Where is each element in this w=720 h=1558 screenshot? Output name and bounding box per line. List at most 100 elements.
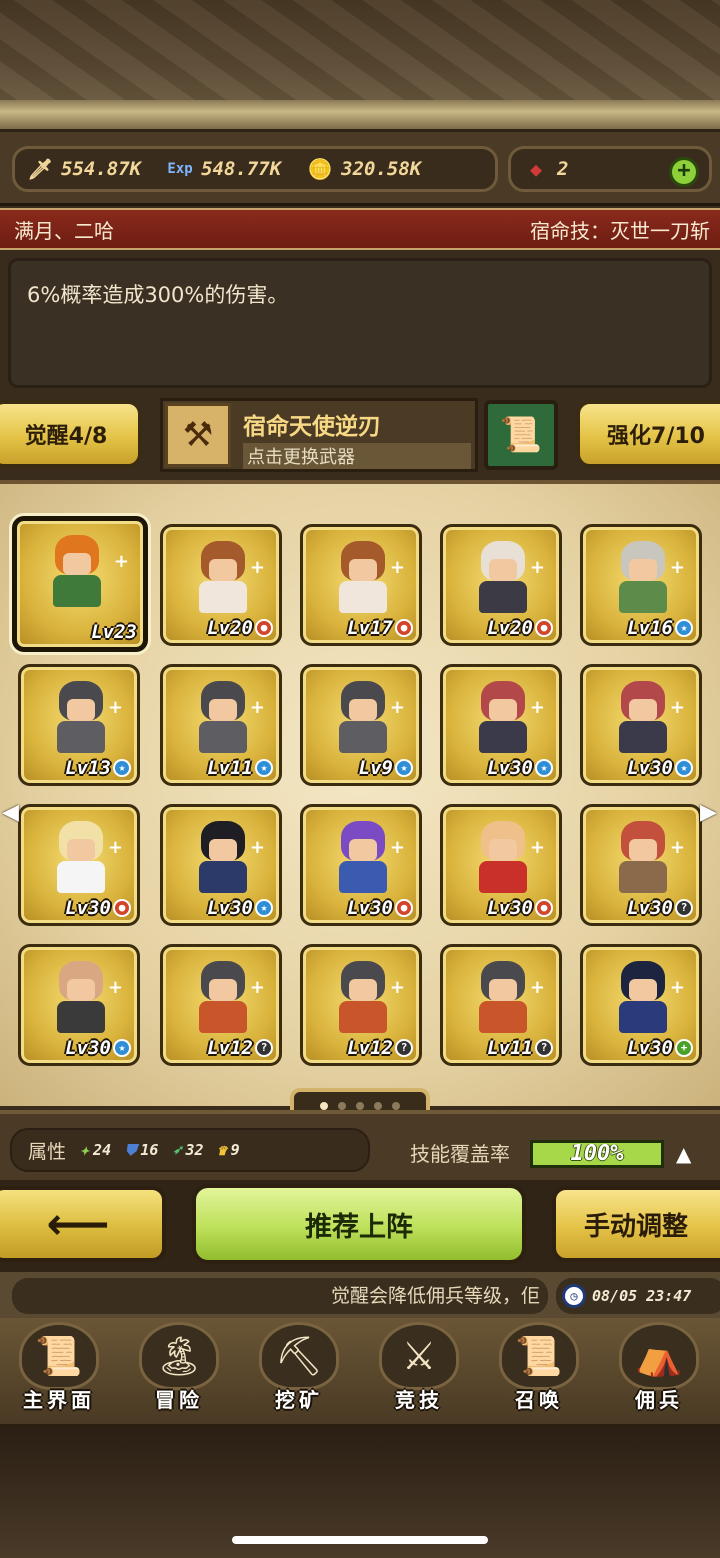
nav-item-summon[interactable]: 📜 召唤 [484, 1322, 594, 1422]
hero-card[interactable]: + Lv11? [440, 944, 562, 1066]
nav-item-mercenary[interactable]: ⛺ 佣兵 [604, 1322, 714, 1422]
hero-level: Lv20 ● [207, 617, 273, 639]
hero-card[interactable]: + Lv30 + [580, 944, 702, 1066]
hero-class-badge-icon: ● [395, 899, 413, 917]
sparkle-icon: + [529, 837, 545, 858]
hero-portrait [331, 961, 395, 1033]
hero-level: Lv11 ★ [207, 757, 273, 779]
page-left-arrow[interactable]: ◀ [2, 800, 19, 825]
hero-card[interactable]: + Lv30 ★ [18, 944, 140, 1066]
nav-item-mining[interactable]: ⛏ 挖矿 [244, 1322, 354, 1422]
fate-team: 满月、二哈 [14, 218, 114, 243]
exp-icon: Exp [167, 161, 193, 177]
gold-resource: 🪙 320.58K [305, 154, 422, 184]
hero-card[interactable]: + Lv12? [160, 944, 282, 1066]
hero-card[interactable]: + Lv30 ● [300, 804, 422, 926]
hero-level: Lv11? [487, 1037, 553, 1059]
hero-portrait [331, 821, 395, 893]
hero-level: Lv20 ● [487, 617, 553, 639]
nav-label: 主界面 [23, 1388, 95, 1412]
enhance-button[interactable]: 强化7/10 [576, 400, 720, 468]
hero-card[interactable]: + Lv20 ● [440, 524, 562, 646]
action-row: ⟵ 推荐上阵 手动调整 [0, 1180, 720, 1272]
back-button[interactable]: ⟵ [0, 1186, 166, 1262]
hero-portrait [611, 541, 675, 613]
hero-level-text: Lv30 [65, 897, 111, 919]
hero-card[interactable]: + Lv9 ★ [300, 664, 422, 786]
nav-item-home[interactable]: 📜 主界面 [4, 1322, 114, 1422]
sparkle-icon: + [529, 557, 545, 578]
hero-level-text: Lv12 [207, 1037, 253, 1059]
hero-level-text: Lv30 [347, 897, 393, 919]
hero-portrait [331, 541, 395, 613]
hero-card[interactable]: + Lv30 ★ [440, 664, 562, 786]
hero-card[interactable]: + Lv30? [580, 804, 702, 926]
home-indicator[interactable] [232, 1536, 488, 1544]
manual-adjust-button[interactable]: 手动调整 [552, 1186, 720, 1262]
gold-coin-icon: 🪙 [307, 157, 333, 181]
page-dot[interactable] [374, 1102, 382, 1110]
hero-card[interactable]: + Lv30 ★ [160, 804, 282, 926]
gem-pill: ◆ 2 + [508, 146, 712, 192]
hero-card[interactable]: + Lv16 ★ [580, 524, 702, 646]
leaf-icon: ✦ [80, 1141, 90, 1159]
hero-level-text: Lv9 [358, 757, 393, 779]
sparkle-icon: + [107, 837, 123, 858]
expand-up-icon[interactable]: ▲ [676, 1142, 691, 1166]
hero-card[interactable]: + Lv11 ★ [160, 664, 282, 786]
hero-class-badge-icon: ★ [113, 1039, 131, 1057]
hero-class-badge-icon: ★ [395, 759, 413, 777]
hero-level: Lv23 [91, 621, 137, 643]
hero-level: Lv12? [347, 1037, 413, 1059]
change-weapon-hint: 点击更换武器 [243, 443, 471, 469]
hero-card[interactable]: + Lv30 ● [18, 804, 140, 926]
sparkle-icon: + [389, 697, 405, 718]
hero-level-text: Lv30 [627, 1037, 673, 1059]
attribute-label: 属性 [28, 1140, 67, 1163]
awaken-button[interactable]: 觉醒4/8 [0, 400, 142, 468]
hero-class-badge-icon: ? [535, 1039, 553, 1057]
weapon-card[interactable]: ⚒ 宿命天使逆刃 点击更换武器 [160, 398, 478, 472]
nav-item-adventure[interactable]: 🏝 冒险 [124, 1322, 234, 1422]
sparkle-icon: + [107, 697, 123, 718]
hero-card[interactable]: + Lv17 ● [300, 524, 422, 646]
page-dot[interactable] [338, 1102, 346, 1110]
hero-card[interactable]: + Lv12? [300, 944, 422, 1066]
hero-class-badge-icon: ★ [255, 759, 273, 777]
panel-frame-top [0, 100, 720, 132]
hero-portrait [191, 541, 255, 613]
nav-item-arena[interactable]: ⚔ 竞技 [364, 1322, 474, 1422]
recommend-button[interactable]: 推荐上阵 [192, 1184, 526, 1264]
hero-grid-panel: + Lv23 + Lv20 ● + Lv17 ● + Lv20 ● + Lv16 ★ + Lv13 ★ + Lv11… [0, 480, 720, 1106]
hero-class-badge-icon: ? [675, 899, 693, 917]
page-dot[interactable] [320, 1102, 328, 1110]
add-gems-button[interactable]: + [669, 157, 699, 187]
hero-level-text: Lv30 [207, 897, 253, 919]
hero-level: Lv16 ★ [627, 617, 693, 639]
attribute-pill: 属性 ✦ 24 ⛊ 16 ➶ 32 ♛ 9 [10, 1128, 370, 1172]
hero-card[interactable]: + Lv30 ● [440, 804, 562, 926]
sparkle-icon: + [529, 697, 545, 718]
sparkle-icon: + [389, 977, 405, 998]
tent-icon: ⛺ [619, 1322, 699, 1390]
scroll-icon[interactable]: 📜 [484, 400, 558, 470]
hero-card[interactable]: + Lv20 ● [160, 524, 282, 646]
hero-card[interactable]: + Lv30 ★ [580, 664, 702, 786]
sparkle-icon: + [249, 837, 265, 858]
hero-level-text: Lv20 [487, 617, 533, 639]
hero-card[interactable]: + Lv23 [12, 516, 148, 652]
scythe-icon: ⚒ [165, 403, 231, 467]
hero-card[interactable]: + Lv13 ★ [18, 664, 140, 786]
sparkle-icon: + [669, 697, 685, 718]
page-right-arrow[interactable]: ▶ [700, 800, 717, 825]
attribute-wind: ➶ 32 [172, 1141, 203, 1159]
hero-level-text: Lv30 [627, 757, 673, 779]
page-dot[interactable] [356, 1102, 364, 1110]
hero-class-badge-icon: ? [255, 1039, 273, 1057]
exp-value: 548.77K [201, 158, 282, 180]
sparkle-icon: + [669, 977, 685, 998]
map-background [0, 0, 720, 110]
sparkle-icon: + [669, 557, 685, 578]
attribute-crown: ♛ 9 [218, 1141, 240, 1159]
page-dot[interactable] [392, 1102, 400, 1110]
